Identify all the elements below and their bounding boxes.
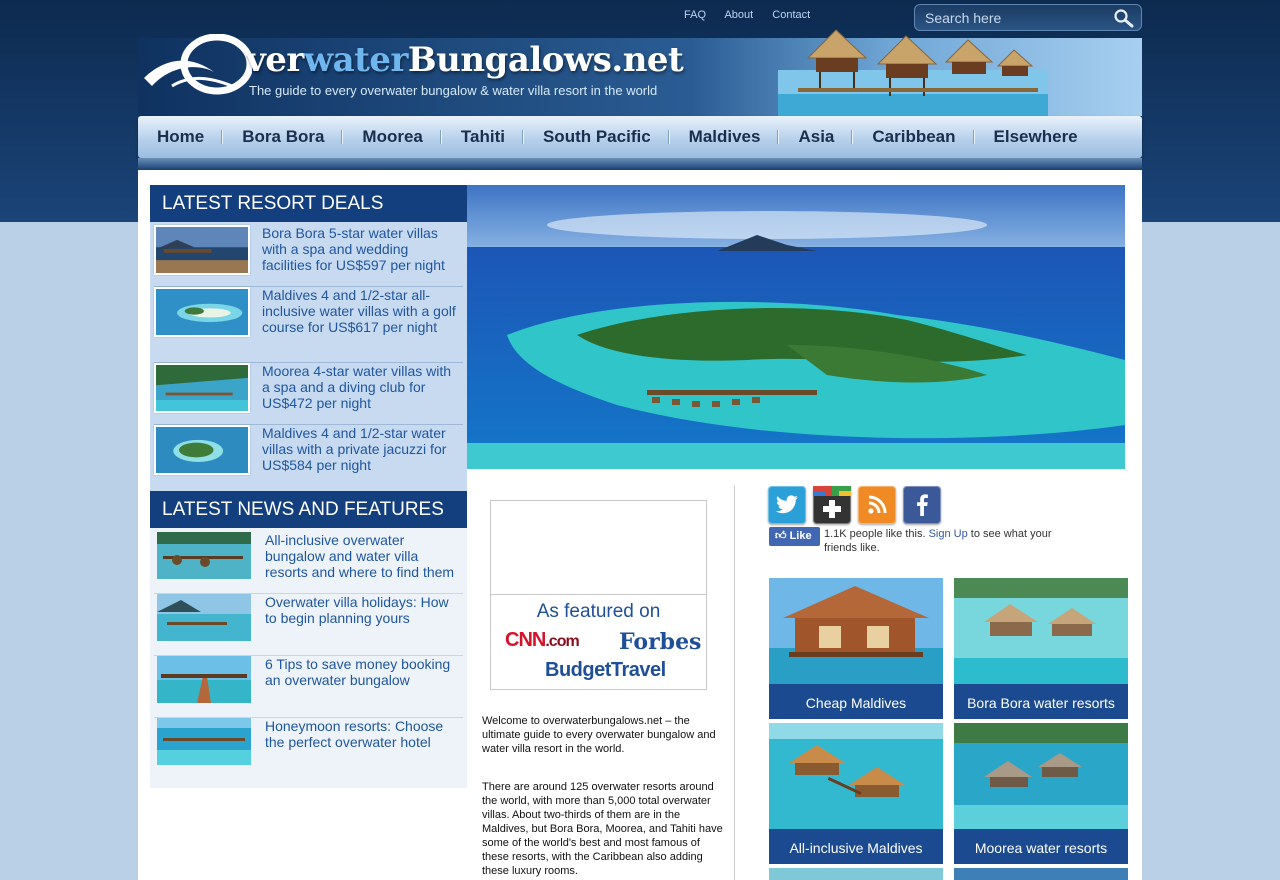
tile-caption: Cheap Maldives bbox=[769, 684, 943, 719]
facebook-icon bbox=[917, 494, 928, 516]
news-thumbnail[interactable] bbox=[157, 718, 251, 765]
main-nav: Home Bora Bora Moorea Tahiti South Pacif… bbox=[138, 116, 1142, 158]
deals-list: Bora Bora 5-star water villas with a spa… bbox=[150, 222, 467, 491]
tile-cheap-maldives[interactable]: Cheap Maldives bbox=[769, 578, 943, 719]
logo-text-3: Bungalows.net bbox=[407, 40, 684, 80]
news-link[interactable]: Honeymoon resorts: Choose the perfect ov… bbox=[265, 718, 463, 780]
tile-caption: Moorea water resorts bbox=[954, 829, 1128, 864]
deal-item[interactable]: Bora Bora 5-star water villas with a spa… bbox=[154, 225, 463, 287]
deal-thumbnail[interactable] bbox=[154, 425, 250, 475]
news-item[interactable]: All-inclusive overwater bungalow and wat… bbox=[154, 532, 463, 594]
tile-caption: All-inclusive Maldives bbox=[769, 829, 943, 864]
rss-button[interactable] bbox=[858, 486, 896, 524]
nav-bora-bora[interactable]: Bora Bora bbox=[223, 116, 344, 158]
column-divider bbox=[734, 485, 735, 880]
search-icon[interactable] bbox=[1113, 8, 1135, 28]
rss-icon bbox=[868, 495, 887, 514]
intro-paragraph: There are around 125 overwater resorts a… bbox=[482, 781, 723, 877]
signup-link[interactable]: Sign Up bbox=[929, 528, 968, 540]
logo-text-1: ver bbox=[246, 40, 304, 80]
twitter-icon bbox=[776, 495, 798, 514]
deal-link[interactable]: Maldives 4 and 1/2-star water villas wit… bbox=[262, 425, 457, 487]
deal-link[interactable]: Maldives 4 and 1/2-star all-inclusive wa… bbox=[262, 287, 457, 362]
news-thumbnail[interactable] bbox=[157, 656, 251, 703]
like-label: Like bbox=[789, 530, 812, 542]
hero-image[interactable] bbox=[467, 185, 1125, 469]
featured-box: As featured on CNN.com Forbes BudgetTrav… bbox=[490, 500, 707, 690]
news-thumbnail[interactable] bbox=[157, 594, 251, 641]
tile-caption: Bora Bora water resorts bbox=[954, 684, 1128, 719]
nav-moorea[interactable]: Moorea bbox=[343, 116, 443, 158]
ad-space bbox=[491, 501, 706, 595]
deal-item[interactable]: Moorea 4-star water villas with a spa an… bbox=[154, 363, 463, 425]
like-text: 1.1K people like this. Sign Up to see wh… bbox=[824, 527, 1064, 555]
deal-item[interactable]: Maldives 4 and 1/2-star water villas wit… bbox=[154, 425, 463, 487]
news-link[interactable]: 6 Tips to save money booking an overwate… bbox=[265, 656, 463, 717]
news-link[interactable]: Overwater villa holidays: How to begin p… bbox=[265, 594, 463, 655]
welcome-text: Welcome to overwaterbungalows.net – the … bbox=[482, 715, 716, 755]
deals-heading: LATEST RESORT DEALS bbox=[150, 185, 467, 222]
tile-image bbox=[954, 868, 1128, 880]
site-logo[interactable]: verwaterBungalows.net bbox=[246, 40, 684, 80]
deal-link[interactable]: Bora Bora 5-star water villas with a spa… bbox=[262, 225, 457, 286]
nav-asia[interactable]: Asia bbox=[779, 116, 854, 158]
top-links: FAQ About Contact bbox=[684, 9, 826, 21]
social-buttons bbox=[768, 486, 941, 524]
tile-moorea[interactable]: Moorea water resorts bbox=[954, 723, 1128, 864]
googleplus-button[interactable] bbox=[813, 486, 851, 524]
tile-image bbox=[769, 578, 943, 684]
nav-home[interactable]: Home bbox=[138, 116, 224, 158]
twitter-button[interactable] bbox=[768, 486, 806, 524]
tile-image bbox=[769, 723, 943, 829]
tile-all-inclusive-maldives[interactable]: All-inclusive Maldives bbox=[769, 723, 943, 864]
forbes-logo: Forbes bbox=[619, 629, 702, 655]
search-box bbox=[914, 4, 1142, 31]
news-item[interactable]: Overwater villa holidays: How to begin p… bbox=[154, 594, 463, 656]
nav-elsewhere[interactable]: Elsewhere bbox=[975, 116, 1097, 158]
news-item[interactable]: Honeymoon resorts: Choose the perfect ov… bbox=[154, 718, 463, 780]
like-button[interactable]: 👍︎ Like bbox=[769, 527, 820, 546]
cnn-logo-text: CNN bbox=[505, 629, 546, 651]
deal-thumbnail[interactable] bbox=[154, 225, 250, 275]
left-column: LATEST RESORT DEALS Bora Bora 5-star wat… bbox=[150, 185, 467, 788]
about-link[interactable]: About bbox=[724, 9, 753, 21]
like-count: 1.1K people like this. bbox=[824, 528, 926, 540]
budget-travel-logo: BudgetTravel bbox=[545, 659, 666, 681]
tile-image bbox=[954, 723, 1128, 829]
tile-row3-left[interactable] bbox=[769, 868, 943, 880]
deal-item[interactable]: Maldives 4 and 1/2-star all-inclusive wa… bbox=[154, 287, 463, 363]
news-heading: LATEST NEWS AND FEATURES bbox=[150, 491, 467, 528]
main-content: LATEST RESORT DEALS Bora Bora 5-star wat… bbox=[138, 170, 1142, 880]
nav-tahiti[interactable]: Tahiti bbox=[442, 116, 525, 158]
logo-swoosh-icon bbox=[144, 34, 252, 95]
tile-bora-bora[interactable]: Bora Bora water resorts bbox=[954, 578, 1128, 719]
cnn-logo-suffix: .com bbox=[545, 633, 579, 650]
contact-link[interactable]: Contact bbox=[772, 9, 810, 21]
deal-link[interactable]: Moorea 4-star water villas with a spa an… bbox=[262, 363, 457, 424]
nav-glow bbox=[138, 158, 1142, 170]
cnn-logo: CNN.com bbox=[505, 629, 580, 652]
deal-thumbnail[interactable] bbox=[154, 287, 250, 337]
tagline: The guide to every overwater bungalow & … bbox=[249, 83, 658, 98]
nav-caribbean[interactable]: Caribbean bbox=[853, 116, 975, 158]
deal-thumbnail[interactable] bbox=[154, 363, 250, 413]
nav-maldives[interactable]: Maldives bbox=[670, 116, 780, 158]
plus-icon bbox=[813, 486, 851, 518]
nav-south-pacific[interactable]: South Pacific bbox=[524, 116, 670, 158]
tile-row3-right[interactable] bbox=[954, 868, 1128, 880]
header: verwaterBungalows.net The guide to every… bbox=[138, 0, 1142, 170]
news-list: All-inclusive overwater bungalow and wat… bbox=[150, 528, 467, 788]
facebook-button[interactable] bbox=[903, 486, 941, 524]
thumbs-up-icon: 👍︎ bbox=[775, 530, 787, 542]
news-link[interactable]: All-inclusive overwater bungalow and wat… bbox=[265, 532, 463, 593]
news-item[interactable]: 6 Tips to save money booking an overwate… bbox=[154, 656, 463, 718]
logo-text-2: water bbox=[303, 40, 409, 80]
tile-image bbox=[769, 868, 943, 880]
faq-link[interactable]: FAQ bbox=[684, 9, 706, 21]
featured-title: As featured on bbox=[536, 601, 661, 622]
news-thumbnail[interactable] bbox=[157, 532, 251, 579]
tile-image bbox=[954, 578, 1128, 684]
search-input[interactable] bbox=[925, 8, 1105, 28]
